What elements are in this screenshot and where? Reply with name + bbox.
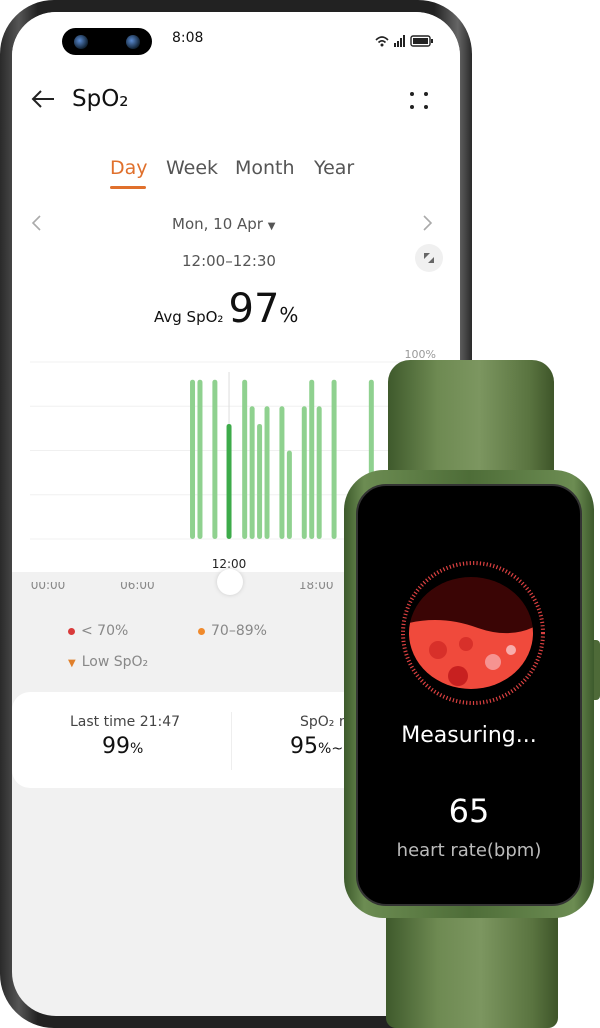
chart-bar [197, 379, 203, 539]
tab-year[interactable]: Year [314, 157, 354, 179]
chevron-right-icon[interactable] [422, 214, 434, 232]
blood-drop-icon [401, 561, 545, 705]
heart-rate-value: 65 [448, 792, 490, 830]
expand-button[interactable] [415, 244, 443, 272]
chart-bar [226, 423, 232, 539]
date-selector[interactable]: Mon, 10 Apr ▼ [172, 215, 275, 233]
range-suffix: ~ [331, 741, 344, 757]
avg-label: Avg SpO₂ [154, 308, 224, 326]
legend-mid: 70–89% [198, 623, 267, 639]
last-value: 99% [102, 734, 143, 759]
chart-bar [264, 406, 270, 539]
last-time-label: Last time 21:47 [70, 714, 181, 730]
avg-value: 97 [228, 286, 280, 332]
heart-rate-label: heart rate(bpm) [396, 840, 542, 861]
four-dots-icon[interactable] [408, 90, 430, 112]
chart-bar [316, 406, 322, 539]
watch-screen: Measuring... 65 heart rate(bpm) [356, 484, 582, 906]
chart-bar [249, 406, 255, 539]
legend-label: < 70% [81, 623, 129, 639]
unit: % [130, 741, 144, 757]
battery-icon [410, 35, 433, 47]
chart-bar [212, 379, 218, 539]
chevron-left-icon[interactable] [30, 214, 42, 232]
divider [231, 712, 232, 770]
time-range: 12:00–12:30 [182, 252, 276, 270]
page-title: SpO₂ [72, 86, 129, 112]
chart-bar [242, 379, 248, 539]
range-label: SpO₂ r [300, 714, 345, 730]
range-value: 95%~ [290, 734, 343, 759]
range-value-number: 95 [290, 734, 318, 759]
legend-label: Low SpO₂ [81, 654, 149, 670]
chart-bar [190, 379, 196, 539]
timeline-slider-handle[interactable] [217, 569, 243, 595]
chart-bar [309, 379, 315, 539]
tab-day-indicator [110, 186, 146, 189]
arrow-left-icon[interactable] [30, 88, 56, 110]
unit: % [318, 741, 332, 757]
caret-down-icon: ▼ [267, 221, 276, 232]
watch-status: Measuring... [401, 723, 537, 748]
tab-month[interactable]: Month [235, 157, 295, 179]
4g-signal-icon [394, 35, 405, 47]
camera-island [62, 28, 152, 55]
legend-low: < 70% [68, 623, 128, 639]
date-label: Mon, 10 Apr [172, 215, 263, 233]
triangle-down-icon: ▼ [68, 658, 76, 669]
legend-low-spo2: ▼ Low SpO₂ [68, 654, 148, 670]
tab-day[interactable]: Day [110, 157, 148, 179]
wifi-icon [375, 36, 389, 47]
watch-strap-bottom [386, 900, 558, 1028]
avg-unit: % [279, 303, 299, 327]
camera-icon [126, 35, 140, 49]
chart-bar [301, 406, 307, 539]
avg-summary: Avg SpO₂ 97% [154, 286, 298, 332]
chart-bar [331, 379, 337, 539]
chart-bar [279, 406, 285, 539]
expand-icon [424, 253, 434, 263]
chart-bar [257, 423, 263, 539]
last-value-number: 99 [102, 734, 130, 759]
status-time: 8:08 [172, 30, 204, 46]
camera-icon [74, 35, 88, 49]
orange-dot-icon [198, 627, 205, 635]
watch-body: Measuring... 65 heart rate(bpm) [344, 470, 594, 918]
legend-label: 70–89% [211, 623, 267, 639]
chart-bar [286, 450, 292, 539]
tab-week[interactable]: Week [166, 157, 218, 179]
red-dot-icon [68, 627, 75, 635]
status-icons [375, 35, 433, 47]
